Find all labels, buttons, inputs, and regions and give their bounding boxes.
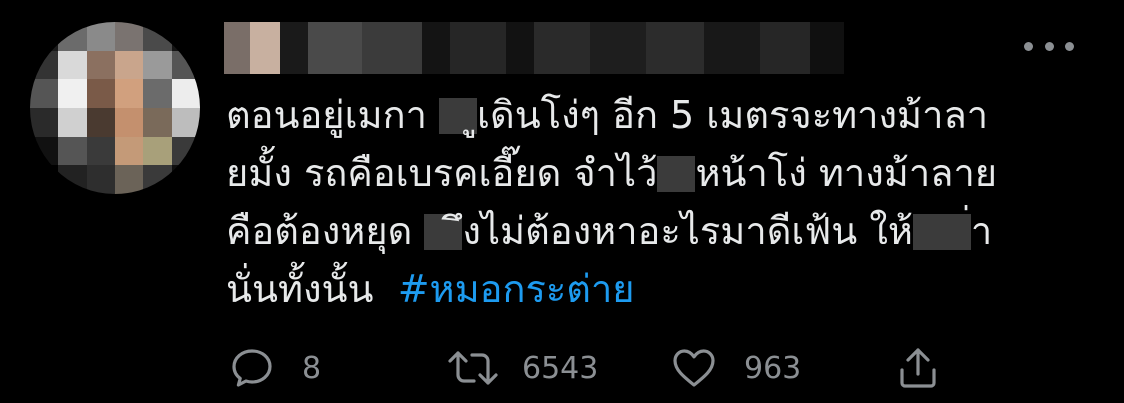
reply-bubble-icon	[232, 349, 272, 387]
redaction-block	[439, 98, 478, 134]
more-horizontal-icon[interactable]	[1024, 34, 1074, 58]
redaction-block	[912, 214, 971, 250]
retweet-count: 6543	[522, 350, 599, 386]
like-button[interactable]: 963	[670, 340, 801, 396]
author-name-redacted[interactable]	[224, 22, 844, 74]
redaction-block	[424, 214, 463, 250]
share-upload-icon	[900, 348, 936, 388]
avatar[interactable]	[30, 22, 200, 194]
reply-button[interactable]: 8	[228, 340, 321, 396]
heart-icon	[673, 349, 715, 387]
retweet-icon	[448, 351, 498, 385]
tweet-text: ตอนอยู่เมกา ูเดินโง่ๆ อีก 5 เมตรจะทางม้า…	[226, 93, 998, 311]
hashtag-link[interactable]: #หมอกระต่าย	[398, 267, 635, 311]
tweet: ตอนอยู่เมกา ูเดินโง่ๆ อีก 5 เมตรจะทางม้า…	[0, 0, 1124, 403]
like-count: 963	[744, 350, 802, 386]
retweet-button[interactable]: 6543	[446, 340, 598, 396]
redaction-block	[657, 156, 696, 192]
tweet-actions: 8 6543 963	[226, 340, 966, 396]
reply-count: 8	[302, 350, 322, 386]
share-button[interactable]	[896, 340, 940, 396]
